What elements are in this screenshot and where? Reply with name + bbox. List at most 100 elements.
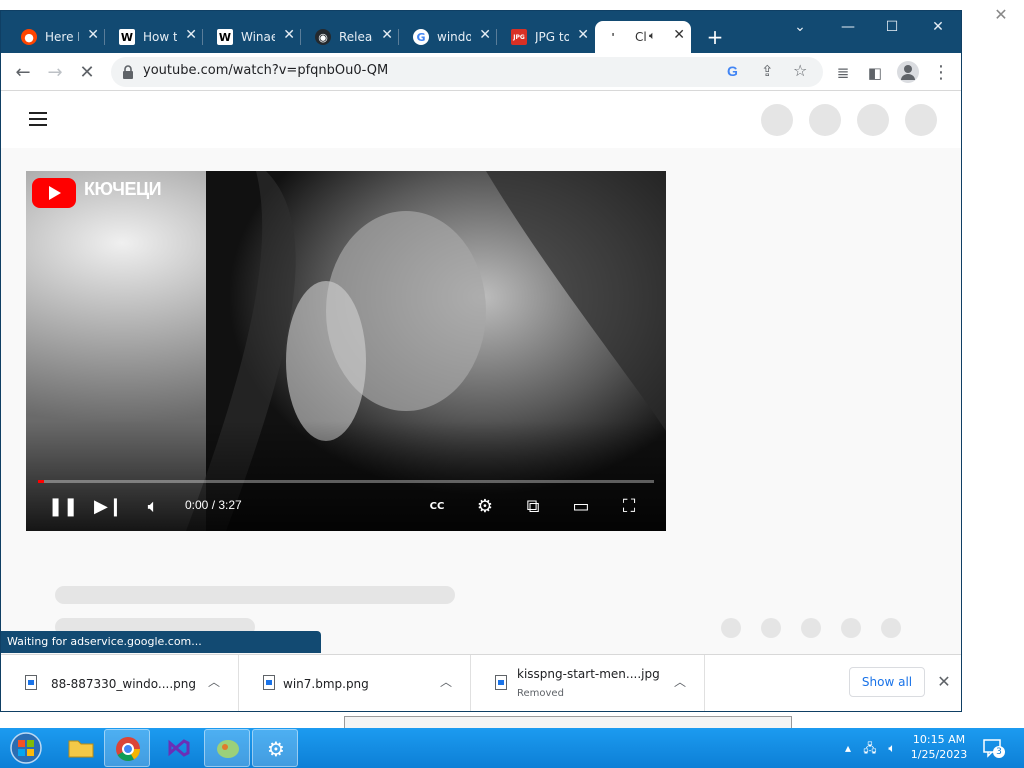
notification-center-icon[interactable]: 3 — [982, 738, 1005, 758]
close-icon[interactable]: ✕ — [381, 27, 393, 43]
file-icon — [495, 675, 507, 690]
masthead — [1, 92, 961, 148]
progress-fill — [38, 480, 45, 483]
tab-github[interactable]: ◉ Releas ✕ — [295, 21, 399, 53]
lock-icon[interactable] — [121, 64, 135, 80]
pause-icon[interactable]: ❚❚ — [48, 495, 78, 519]
maximize-icon[interactable]: ☐ — [877, 17, 907, 37]
time-display: 0:00 / 3:27 — [185, 498, 242, 512]
close-icon[interactable]: ✕ — [185, 27, 197, 43]
stop-loading-button[interactable]: ✕ — [75, 61, 99, 85]
google-icon: G — [413, 29, 429, 45]
skeleton-button — [761, 618, 781, 638]
browser-window: ● Here I ✕ W How t ✕ W Winae ✕ ◉ Releas … — [0, 10, 962, 712]
page-content: КЮЧЕЦИ ❚❚ ▶❙ 🔈︎ 0:00 / 3:27 CC ⚙ ⧉ ▭ ⛶ — [1, 92, 961, 711]
youtube-logo — [32, 178, 76, 208]
tab-google[interactable]: G windo ✕ — [393, 21, 497, 53]
folder-icon — [68, 740, 94, 758]
share-icon[interactable]: ⇪ — [761, 62, 774, 80]
miniplayer-icon[interactable]: ⧉ — [520, 495, 546, 519]
file-icon — [263, 675, 275, 690]
jpg-png-icon: JPG — [511, 29, 527, 45]
svg-text:⚙: ⚙ — [267, 737, 285, 761]
menu-icon[interactable]: ⋮ — [929, 61, 953, 85]
tab-label: How t — [143, 30, 177, 44]
volume-icon[interactable]: 🔈︎ — [140, 495, 166, 519]
chevron-up-icon[interactable]: ︿ — [437, 673, 455, 691]
close-icon[interactable]: ✕ — [479, 27, 491, 43]
taskbar: ⚙ ▴ 🖧 🔈︎ 10:15 AM 1/25/2023 3 — [0, 728, 1024, 768]
file-icon — [25, 675, 37, 690]
paint-app-button[interactable] — [204, 729, 250, 767]
skeleton-title — [55, 586, 455, 604]
close-window-icon[interactable]: ✕ — [923, 17, 953, 37]
close-icon[interactable]: ✕ — [673, 27, 685, 43]
download-item[interactable]: 88-887330_windo....png ︿ — [1, 655, 239, 711]
download-filename: 88-887330_windo....png — [51, 677, 197, 691]
chrome-icon — [116, 737, 140, 762]
hamburger-icon[interactable] — [29, 112, 47, 126]
volume-tray-icon[interactable]: 🔈︎ — [884, 740, 900, 756]
show-hidden-icons-icon[interactable]: ▴ — [840, 740, 856, 756]
download-item[interactable]: win7.bmp.png ︿ — [239, 655, 471, 711]
tab-wikipedia-1[interactable]: W How t ✕ — [99, 21, 203, 53]
tab-strip: ● Here I ✕ W How t ✕ W Winae ✕ ◉ Releas … — [1, 11, 961, 53]
file-explorer-button[interactable] — [58, 729, 104, 767]
skeleton-avatar — [857, 104, 889, 136]
bookmark-star-icon[interactable]: ☆ — [793, 61, 807, 80]
close-icon[interactable]: ✕ — [992, 6, 1010, 24]
captions-icon[interactable]: CC — [424, 495, 450, 519]
chevron-up-icon[interactable]: ︿ — [671, 673, 689, 691]
tab-label: windo — [437, 30, 471, 44]
channel-name[interactable]: КЮЧЕЦИ — [84, 179, 162, 200]
side-panel-icon[interactable]: ◧ — [863, 61, 887, 85]
tab-jpg-to-png[interactable]: JPG JPG to ✕ — [491, 21, 595, 53]
skeleton-avatar — [809, 104, 841, 136]
address-bar[interactable]: youtube.com/watch?v=pfqnbOu0-QM G ⇪ ☆ — [111, 57, 823, 87]
settings-gear-icon[interactable]: ⚙ — [472, 495, 498, 519]
tab-youtube-active[interactable]: ' Cl 🔈︎ ✕ — [595, 21, 691, 53]
visual-studio-icon — [168, 739, 190, 757]
tab-label: Here I — [45, 30, 79, 44]
skeleton-avatar — [761, 104, 793, 136]
close-icon[interactable]: ✕ — [577, 27, 589, 43]
video-frame — [26, 171, 666, 531]
date-text: 1/25/2023 — [910, 748, 968, 761]
media-control-icon[interactable]: ≣ — [831, 61, 855, 85]
tab-wikipedia-2[interactable]: W Winae ✕ — [197, 21, 301, 53]
tab-label: Releas — [339, 30, 373, 44]
skeleton-button — [721, 618, 741, 638]
next-icon[interactable]: ▶❙ — [94, 495, 123, 519]
chevron-up-icon[interactable]: ︿ — [205, 673, 223, 691]
download-filename: win7.bmp.png — [283, 677, 369, 691]
download-filename: kisspng-start-men....jpg — [517, 667, 660, 681]
google-translate-icon[interactable]: G — [727, 63, 738, 79]
tab-search-icon[interactable]: ⌄ — [785, 17, 815, 37]
tab-reddit[interactable]: ● Here I ✕ — [1, 21, 105, 53]
network-icon[interactable]: 🖧 — [862, 740, 878, 756]
skeleton-button — [841, 618, 861, 638]
chrome-button[interactable] — [104, 729, 150, 767]
time-text: 10:15 AM — [912, 733, 966, 746]
progress-bar[interactable] — [38, 480, 654, 483]
speaker-icon[interactable]: 🔈︎ — [649, 29, 656, 43]
minimize-icon[interactable]: — — [833, 17, 863, 37]
profile-avatar[interactable] — [897, 61, 919, 83]
wikipedia-icon: W — [119, 29, 135, 45]
clock[interactable]: 10:15 AM 1/25/2023 — [906, 732, 972, 762]
settings-app-button[interactable]: ⚙ — [252, 729, 298, 767]
notification-count-badge: 3 — [993, 746, 1005, 758]
fullscreen-icon[interactable]: ⛶ — [616, 495, 642, 519]
back-button[interactable]: ← — [11, 61, 35, 85]
start-button[interactable] — [6, 730, 46, 766]
new-tab-button[interactable]: + — [703, 25, 727, 49]
close-shelf-icon[interactable]: ✕ — [933, 671, 955, 693]
theater-mode-icon[interactable]: ▭ — [568, 495, 594, 519]
video-player[interactable]: КЮЧЕЦИ ❚❚ ▶❙ 🔈︎ 0:00 / 3:27 CC ⚙ ⧉ ▭ ⛶ — [26, 171, 666, 531]
show-all-button[interactable]: Show all — [849, 667, 925, 697]
visual-studio-button[interactable] — [156, 729, 202, 767]
download-item[interactable]: kisspng-start-men....jpg Removed ︿ — [471, 655, 705, 711]
close-icon[interactable]: ✕ — [87, 27, 99, 43]
forward-button[interactable]: → — [43, 61, 67, 85]
close-icon[interactable]: ✕ — [283, 27, 295, 43]
